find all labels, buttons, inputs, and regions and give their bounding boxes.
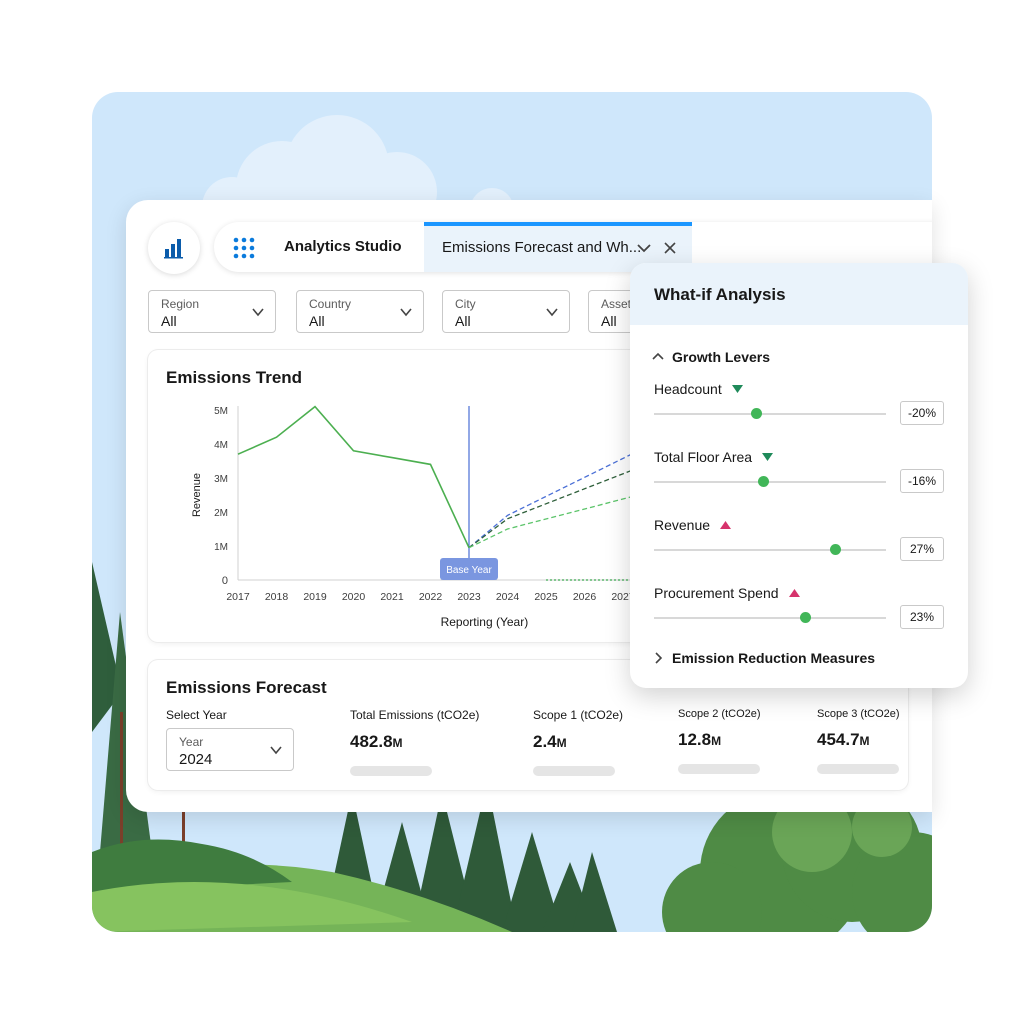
chevron-down-icon [400,308,412,317]
y-tick-label: 4M [214,440,228,451]
lever-value-box[interactable]: 23% [900,605,944,629]
floor-area-slider[interactable] [654,476,886,487]
scope3-metric: Scope 3 (tCO2e) 454.7M [817,708,900,774]
metric-label: Scope 2 (tCO2e) [678,708,761,720]
lever-label: Total Floor Area [654,449,944,465]
city-filter[interactable]: City All [442,290,570,333]
metric-placeholder-bar [678,764,760,774]
emission-reduction-toggle[interactable]: Emission Reduction Measures [652,650,875,666]
y-tick-label: 5M [214,406,228,417]
lever-value-box[interactable]: -16% [900,469,944,493]
base-year-label: Base Year [446,565,492,576]
tab-label: Emissions Forecast and Wh... [442,239,642,256]
analytics-logo[interactable] [148,222,200,274]
revenue-slider[interactable] [654,544,886,555]
lever-headcount: Headcount -20% [654,381,944,425]
year-field-label: Year [179,735,204,749]
lever-revenue: Revenue 27% [654,517,944,561]
metric-value: 454.7M [817,730,870,749]
y-tick-label: 1M [214,542,228,553]
metric-placeholder-bar [350,766,432,776]
filter-label: Asset [601,297,632,311]
year-field-value: 2024 [179,751,213,768]
y-tick-label: 3M [214,474,228,485]
x-tick-label: 2022 [419,591,443,603]
close-icon[interactable] [662,240,678,256]
series-line-1 [237,405,470,549]
slider-thumb[interactable] [799,612,811,623]
triangle-down-icon [762,453,774,461]
select-year-label: Select Year [166,708,227,722]
base-year-tag: Base Year [440,558,498,580]
filter-label: Country [309,297,352,311]
slider-thumb[interactable] [751,408,763,419]
scope1-metric: Scope 1 (tCO2e) 2.4M [533,708,623,776]
triangle-down-icon [731,385,743,393]
lever-label: Headcount [654,381,944,397]
lever-label: Procurement Spend [654,585,944,601]
lever-total-floor-area: Total Floor Area -16% [654,449,944,493]
lever-value-box[interactable]: -20% [900,401,944,425]
x-tick-label: 2020 [342,591,366,603]
what-if-analysis-panel: What-if Analysis Growth Levers Headcount… [630,263,968,688]
total-emissions-metric: Total Emissions (tCO2e) 482.8M [350,708,479,776]
x-tick-label: 2023 [457,591,481,603]
region-filter[interactable]: Region All [148,290,276,333]
bar-chart-icon [164,239,183,259]
slider-thumb[interactable] [758,476,770,487]
x-tick-label: 2017 [226,591,250,603]
panel-title: Emissions Forecast [166,678,327,697]
series-line-2 [468,450,639,549]
metric-value: 2.4M [533,732,567,751]
chevron-right-icon [655,652,663,664]
country-filter[interactable]: Country All [296,290,424,333]
slider-thumb[interactable] [829,544,841,555]
filter-value: All [601,313,617,329]
app-launcher-icon[interactable] [232,236,256,260]
metric-placeholder-bar [817,764,899,774]
metric-label: Scope 3 (tCO2e) [817,708,900,720]
filter-value: All [455,313,471,329]
filter-value: All [309,313,325,329]
filter-label: Region [161,297,200,311]
what-if-title: What-if Analysis [630,263,968,325]
scope2-metric: Scope 2 (tCO2e) 12.8M [678,708,761,774]
x-tick-label: 2024 [496,591,520,603]
x-tick-label: 2019 [303,591,327,603]
headcount-slider[interactable] [654,408,886,419]
section-label: Growth Levers [672,349,771,365]
growth-levers-toggle[interactable]: Growth Levers [652,349,770,365]
metric-value: 12.8M [678,730,722,749]
metric-label: Total Emissions (tCO2e) [350,708,480,722]
filter-label: City [455,297,476,311]
lever-value-box[interactable]: 27% [900,537,944,561]
series-line-4 [468,494,639,549]
metric-label: Scope 1 (tCO2e) [533,708,624,722]
procurement-slider[interactable] [654,612,886,623]
y-axis-title: Revenue [191,473,203,517]
filter-value: All [161,313,177,329]
chevron-down-icon [252,308,264,317]
lever-label: Revenue [654,517,944,533]
year-select[interactable]: Year 2024 [166,728,294,771]
x-tick-label: 2025 [534,591,558,603]
y-tick-label: 0 [222,575,228,587]
section-label: Emission Reduction Measures [672,650,876,666]
x-tick-label: 2026 [573,591,597,603]
triangle-up-icon [788,589,800,597]
app-name: Analytics Studio [284,238,402,255]
lever-procurement-spend: Procurement Spend 23% [654,585,944,629]
metric-placeholder-bar [533,766,615,776]
x-tick-label: 2018 [265,591,289,603]
triangle-up-icon [720,521,732,529]
chevron-down-icon [546,308,558,317]
x-tick-label: 2021 [380,591,404,603]
y-tick-label: 2M [214,508,228,519]
chevron-down-icon [270,746,282,755]
chevron-down-icon[interactable] [636,240,652,256]
metric-value: 482.8M [350,732,403,751]
x-axis-title: Reporting (Year) [441,615,529,629]
chevron-up-icon [652,352,664,360]
